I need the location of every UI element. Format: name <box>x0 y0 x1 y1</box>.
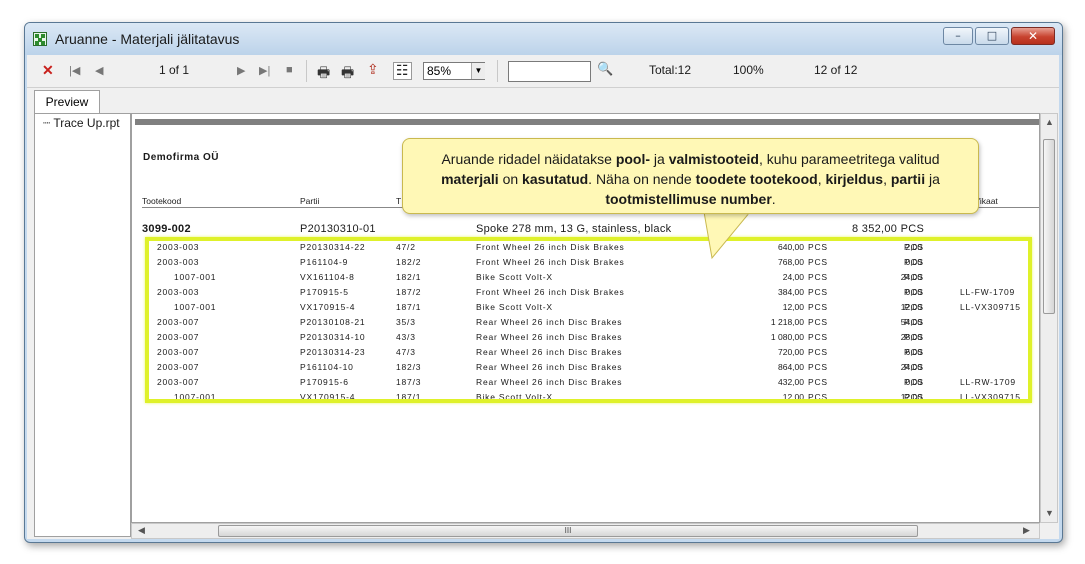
callout-bubble: Aruande ridadel näidatakse pool- ja valm… <box>402 138 979 214</box>
horizontal-scrollbar[interactable]: ◀ III ▶ <box>131 523 1040 539</box>
main-quantity: 8 352,00 PCS <box>852 223 925 235</box>
find-binoculars-icon[interactable]: 🔍 <box>597 62 613 77</box>
toolbar-separator <box>497 60 498 82</box>
report-toolbar: ✕ |◀ ◀ 1 of 1 ▶ ▶| ■ 🖶 🖶 ⇪ ☷ 85% ▼ 🔍 Tot… <box>27 55 1059 88</box>
zoom-dropdown-arrow-icon[interactable]: ▼ <box>471 63 485 79</box>
group-tree-icon[interactable]: ☷ <box>393 62 412 80</box>
column-header-partii: Partii <box>300 196 320 206</box>
first-page-icon[interactable]: |◀ <box>69 64 80 77</box>
maximize-button[interactable]: □ <box>975 27 1009 45</box>
percent-read: 100% <box>733 63 764 77</box>
app-icon <box>33 32 47 46</box>
company-name: Demofirma OÜ <box>143 152 220 163</box>
toolbar-separator <box>306 60 307 82</box>
main-code: 3099-002 <box>142 223 191 235</box>
tab-preview[interactable]: Preview <box>34 90 100 114</box>
tree-item-trace-up[interactable]: ┈ Trace Up.rpt <box>43 116 120 130</box>
report-header-bar <box>135 119 1039 125</box>
record-count: 12 of 12 <box>814 63 858 77</box>
report-window: Aruanne - Materjali jälitatavus – □ ✕ ✕ … <box>24 22 1063 543</box>
total-records: Total:12 <box>649 63 692 77</box>
column-header-third: T <box>396 196 402 206</box>
last-page-icon[interactable]: ▶| <box>259 64 270 77</box>
main-batch: P20130310-01 <box>300 223 376 235</box>
minimize-button[interactable]: – <box>943 27 973 45</box>
prev-page-icon[interactable]: ◀ <box>95 64 103 77</box>
close-window-button[interactable]: ✕ <box>1011 27 1055 45</box>
scroll-right-icon[interactable]: ▶ <box>1023 525 1030 536</box>
horizontal-scroll-thumb[interactable]: III <box>218 525 918 537</box>
vertical-scrollbar[interactable]: ▲ ▼ <box>1040 113 1058 523</box>
print-setup-icon[interactable]: 🖶 <box>341 62 354 86</box>
next-page-icon[interactable]: ▶ <box>237 64 245 77</box>
main-description: Spoke 278 mm, 13 G, stainless, black <box>476 223 672 235</box>
group-tree-panel: ┈ Trace Up.rpt <box>34 113 131 537</box>
print-icon[interactable]: 🖶 <box>317 62 330 86</box>
client-area: ✕ |◀ ◀ 1 of 1 ▶ ▶| ■ 🖶 🖶 ⇪ ☷ 85% ▼ 🔍 Tot… <box>27 55 1059 539</box>
rows-highlight-frame <box>145 237 1032 403</box>
vertical-scroll-thumb[interactable] <box>1043 139 1055 314</box>
scroll-up-icon[interactable]: ▲ <box>1045 117 1054 127</box>
scroll-down-icon[interactable]: ▼ <box>1045 508 1054 518</box>
scroll-left-icon[interactable]: ◀ <box>138 525 145 536</box>
title-bar: Aruanne - Materjali jälitatavus – □ ✕ <box>25 23 1062 55</box>
window-title: Aruanne - Materjali jälitatavus <box>55 31 240 47</box>
stop-icon[interactable]: ■ <box>286 64 293 76</box>
callout-pointer <box>703 212 751 260</box>
tree-item-label: Trace Up.rpt <box>53 116 120 130</box>
page-indicator: 1 of 1 <box>159 63 190 77</box>
export-icon[interactable]: ⇪ <box>367 62 379 78</box>
column-header-tootekood: Tootekood <box>142 196 182 206</box>
close-report-icon[interactable]: ✕ <box>42 62 54 79</box>
search-input[interactable] <box>508 61 591 82</box>
